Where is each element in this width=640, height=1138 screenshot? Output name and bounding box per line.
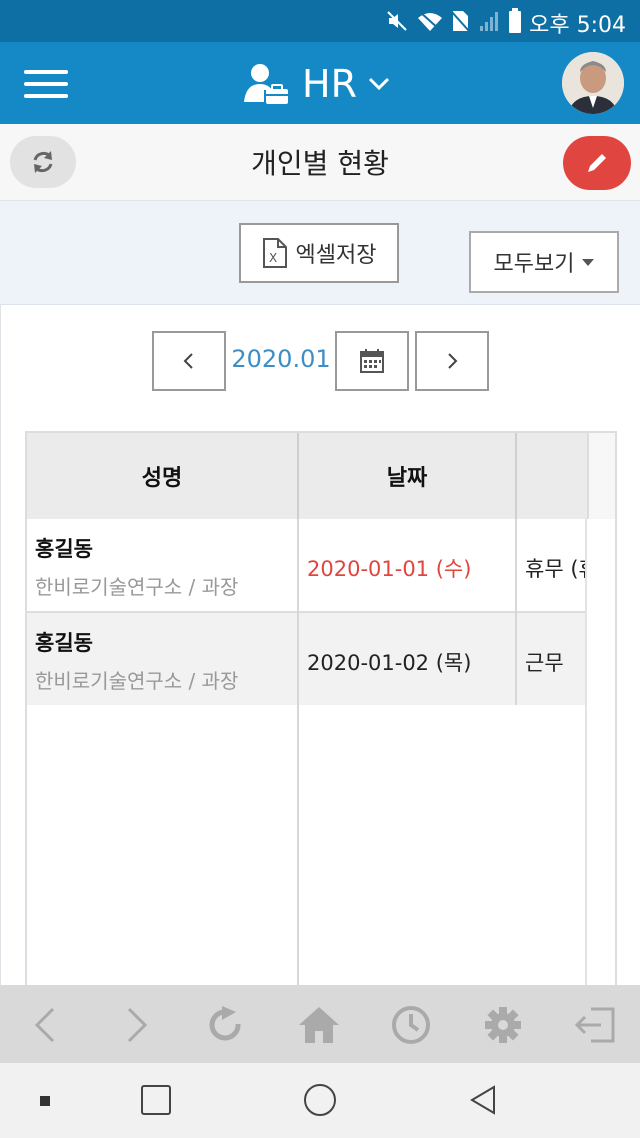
- app-header: HR: [0, 42, 640, 124]
- wifi-icon: [418, 11, 442, 31]
- status-time: 오후 5:04: [529, 13, 626, 38]
- excel-save-button[interactable]: X 엑셀저장: [239, 223, 399, 283]
- name-cell: 홍길동 한비로기술연구소 / 과장: [35, 533, 238, 600]
- name-cell: 홍길동 한비로기술연구소 / 과장: [35, 627, 238, 694]
- page-title: 개인별 현황: [251, 147, 389, 180]
- chevron-down-icon: [368, 77, 390, 91]
- employee-name: 홍길동: [35, 537, 93, 561]
- home-icon[interactable]: [296, 1003, 342, 1047]
- filter-label: 모두보기: [493, 252, 575, 277]
- back-icon[interactable]: [22, 1003, 68, 1047]
- column-divider: [297, 519, 299, 989]
- calendar-icon: [360, 349, 384, 373]
- logout-icon[interactable]: [572, 1003, 618, 1047]
- chevron-left-icon: [183, 353, 193, 369]
- browser-nav-bar: [0, 985, 640, 1063]
- status-cell: 근무: [525, 651, 564, 675]
- column-header-status[interactable]: [517, 433, 587, 519]
- filter-dropdown[interactable]: 모두보기: [469, 231, 619, 293]
- back-triangle-icon[interactable]: [468, 1084, 498, 1116]
- hamburger-menu-icon[interactable]: [24, 70, 68, 98]
- current-month: 2020.01: [231, 345, 331, 373]
- app-name: HR: [302, 62, 357, 106]
- user-briefcase-icon: [244, 64, 288, 104]
- scroll-gutter: [587, 433, 615, 519]
- settings-gear-icon[interactable]: [480, 1003, 526, 1047]
- excel-save-label: 엑셀저장: [295, 243, 377, 268]
- employee-dept: 한비로기술연구소 / 과장: [35, 575, 239, 599]
- no-sim-icon: [450, 10, 470, 32]
- status-table: 성명 날짜 홍길동 한비로기술연구소 / 과장 2020-01-01 (수) 휴…: [25, 431, 617, 991]
- excel-file-icon: X: [262, 238, 287, 268]
- title-bar: 개인별 현황: [0, 124, 640, 201]
- date-cell: 2020-01-01 (수): [307, 557, 472, 581]
- prev-month-button[interactable]: [152, 331, 226, 391]
- pencil-icon: [588, 154, 606, 172]
- employee-dept: 한비로기술연구소 / 과장: [35, 669, 239, 693]
- svg-text:X: X: [269, 251, 277, 265]
- status-cell: 휴무 (휴: [525, 557, 585, 581]
- menu-dot-icon[interactable]: [40, 1096, 50, 1106]
- home-circle-icon[interactable]: [304, 1084, 336, 1116]
- status-bar: 오후 5:04: [0, 0, 640, 42]
- employee-name: 홍길동: [35, 631, 93, 655]
- recent-apps-icon[interactable]: [141, 1085, 171, 1115]
- history-clock-icon[interactable]: [388, 1003, 434, 1047]
- mute-icon: [387, 11, 407, 31]
- table-row[interactable]: 홍길동 한비로기술연구소 / 과장 2020-01-02 (목) 근무: [27, 613, 587, 705]
- forward-icon[interactable]: [114, 1003, 160, 1047]
- column-divider: [585, 519, 587, 989]
- column-header-name[interactable]: 성명: [27, 433, 299, 519]
- column-header-date[interactable]: 날짜: [299, 433, 517, 519]
- table-row[interactable]: 홍길동 한비로기술연구소 / 과장 2020-01-01 (수) 휴무 (휴: [27, 519, 587, 611]
- date-cell: 2020-01-02 (목): [307, 651, 472, 675]
- caret-down-icon: [582, 258, 595, 266]
- calendar-button[interactable]: [335, 331, 409, 391]
- signal-icon: [480, 12, 498, 31]
- edit-button[interactable]: [563, 136, 631, 190]
- main-content: 2020.01 성명 날짜 홍길동 한비로기술연구소 / 과장 2020-01-…: [0, 305, 640, 991]
- chevron-right-icon: [448, 353, 458, 369]
- system-nav-bar: [0, 1063, 640, 1138]
- toolbar: X 엑셀저장 모두보기: [0, 201, 640, 305]
- battery-icon: [509, 8, 521, 33]
- column-divider: [515, 519, 517, 705]
- avatar[interactable]: [562, 52, 624, 114]
- app-switcher[interactable]: HR: [242, 60, 391, 108]
- reload-icon[interactable]: [204, 1003, 250, 1047]
- next-month-button[interactable]: [415, 331, 489, 391]
